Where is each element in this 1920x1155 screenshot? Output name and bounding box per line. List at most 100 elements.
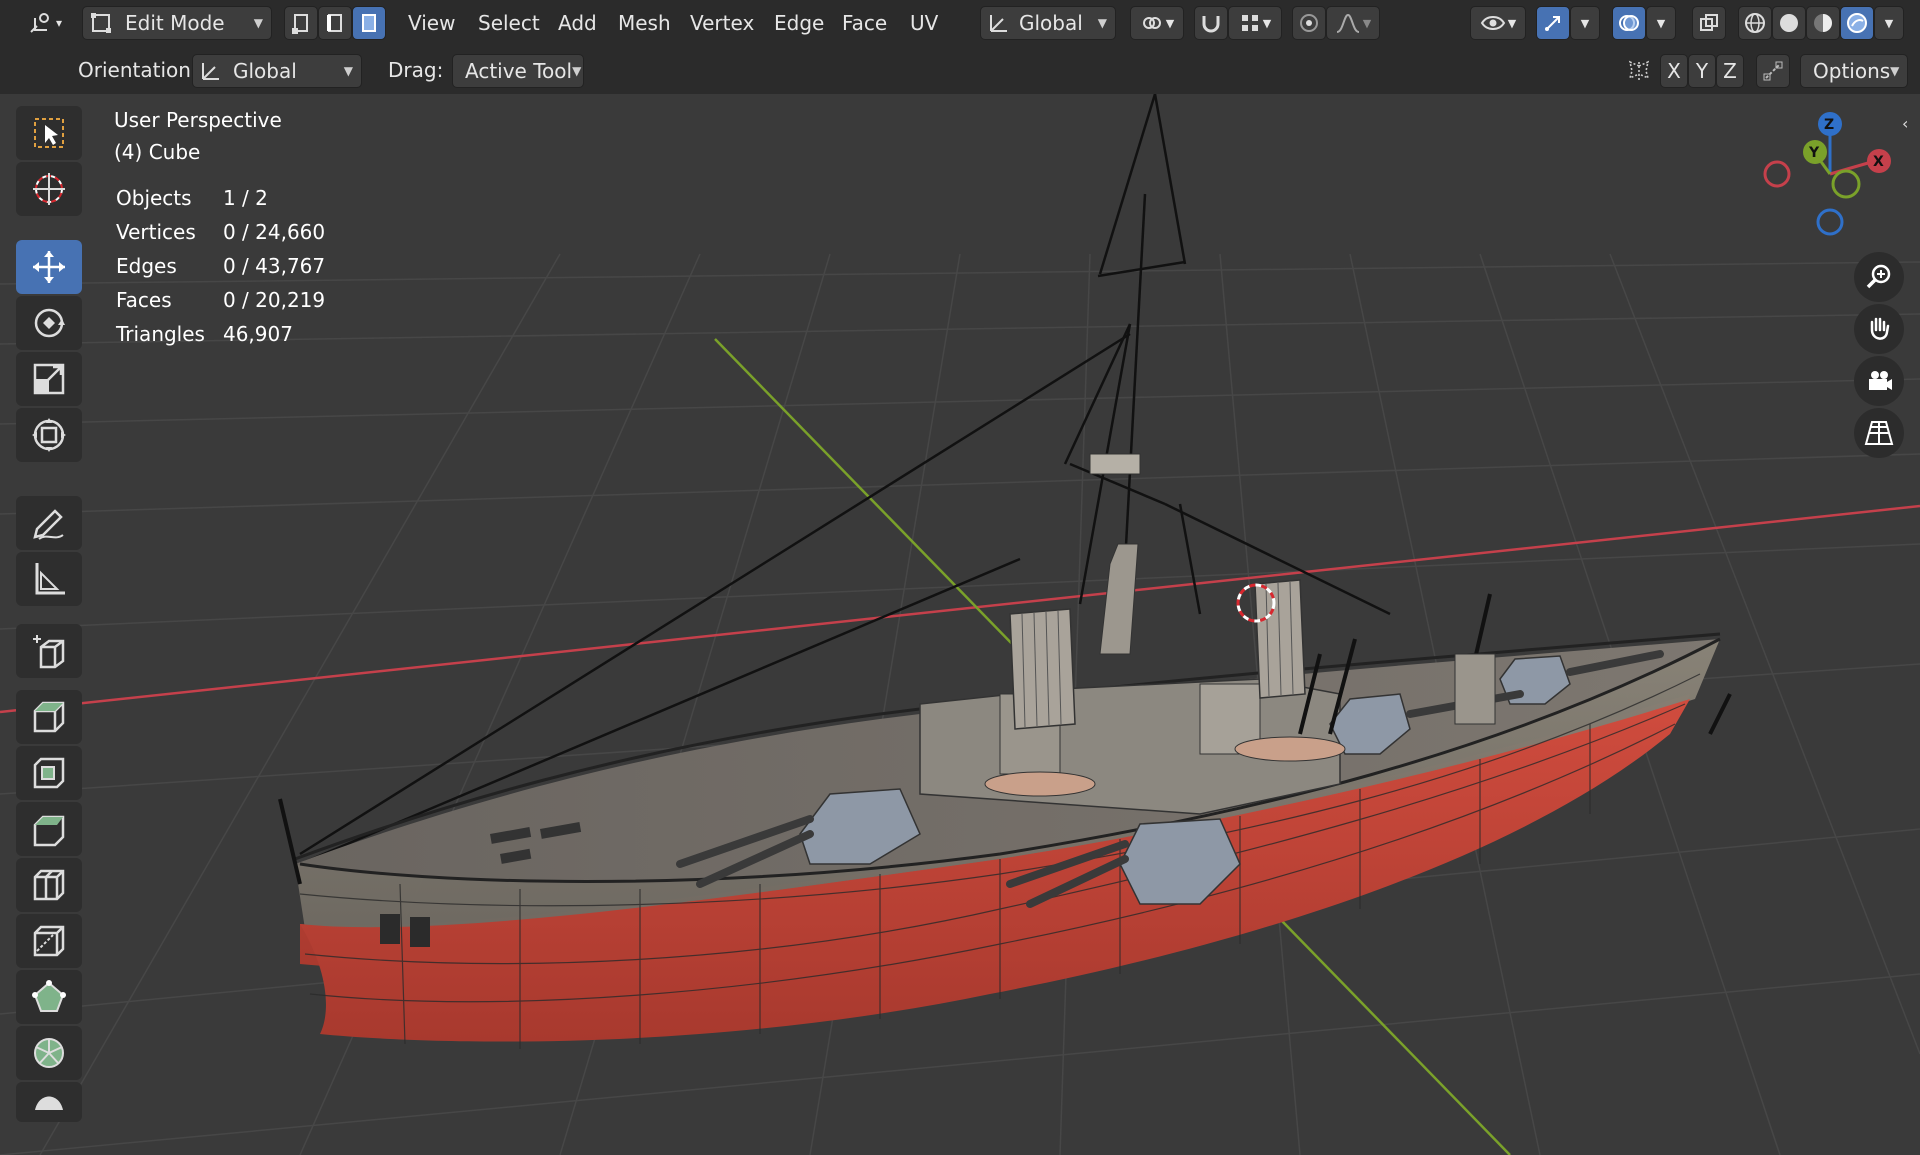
zoom-button[interactable] (1854, 252, 1904, 302)
mirror-z-toggle[interactable]: Z (1716, 54, 1744, 88)
tool-annotate[interactable] (16, 496, 82, 550)
extrude-icon (33, 701, 65, 733)
tool-knife[interactable] (16, 914, 82, 968)
sidebar-toggle-icon[interactable]: ‹ (1902, 114, 1908, 133)
proportional-falloff-dropdown[interactable]: ▼ (1326, 6, 1380, 40)
visibility-dropdown[interactable]: ▼ (1470, 6, 1526, 40)
options-dropdown[interactable]: Options ▼ (1800, 54, 1908, 88)
mode-selector[interactable]: Edit Mode ▼ (82, 6, 272, 40)
tool-inset[interactable] (16, 746, 82, 800)
svg-text:X: X (1873, 154, 1884, 170)
menu-add[interactable]: Add (558, 0, 597, 46)
gizmo-neg-x[interactable] (1763, 160, 1791, 188)
toggle-perspective-button[interactable] (1854, 408, 1904, 458)
transform-orientation-dropdown[interactable]: Global ▼ (980, 6, 1116, 40)
poly-build-icon (32, 980, 66, 1012)
perspective-grid-icon (1864, 421, 1894, 445)
menu-uv[interactable]: UV (910, 0, 938, 46)
tool-rotate[interactable] (16, 296, 82, 350)
tool-cursor[interactable] (16, 162, 82, 216)
shading-rendered[interactable] (1840, 6, 1874, 40)
move-arrows-icon (33, 251, 65, 283)
tool-extrude[interactable] (16, 690, 82, 744)
shading-dropdown[interactable]: ▼ (1874, 6, 1904, 40)
pivot-link-icon (1142, 17, 1161, 29)
hand-icon (1870, 317, 1890, 340)
camera-view-button[interactable] (1854, 356, 1904, 406)
menu-vertex[interactable]: Vertex (690, 0, 754, 46)
view-name: User Perspective (114, 108, 282, 132)
tool-poly-build[interactable] (16, 970, 82, 1024)
topology-mirror-toggle[interactable] (1756, 54, 1790, 88)
chevron-down-icon: ▾ (55, 16, 63, 30)
gizmo-neg-z[interactable] (1816, 208, 1844, 236)
tool-select-box[interactable] (16, 106, 82, 160)
orientation-dropdown[interactable]: Global ▼ (192, 54, 362, 88)
select-mode-edge[interactable] (318, 6, 352, 40)
mirror-y-toggle[interactable]: Y (1688, 54, 1716, 88)
orientation-axes-icon (202, 63, 219, 80)
drag-dropdown[interactable]: Active Tool ▼ (452, 54, 584, 88)
gizmo-arrow-icon (1545, 16, 1560, 31)
gizmo-toggle[interactable] (1536, 6, 1570, 40)
menu-select[interactable]: Select (478, 0, 540, 46)
orientation-axes-icon (990, 15, 1007, 32)
chevron-down-icon: ▼ (1507, 16, 1517, 30)
tool-loop-cut[interactable] (16, 858, 82, 912)
menu-mesh[interactable]: Mesh (618, 0, 671, 46)
shading-material[interactable] (1806, 6, 1840, 40)
scale-icon (33, 363, 65, 395)
tool-add-cube[interactable] (16, 624, 82, 678)
camera-icon (1869, 371, 1892, 390)
rotate-icon (34, 308, 65, 338)
tool-measure[interactable] (16, 552, 82, 606)
options-label: Options (1813, 59, 1891, 83)
select-box-icon (34, 118, 64, 148)
tool-bevel[interactable] (16, 802, 82, 856)
menu-face[interactable]: Face (842, 0, 887, 46)
stat-label: Objects (116, 186, 192, 210)
mirror-x-toggle[interactable]: X (1660, 54, 1688, 88)
overlays-dropdown[interactable]: ▼ (1646, 6, 1676, 40)
drag-value: Active Tool (465, 59, 573, 83)
tool-transform[interactable] (16, 408, 82, 462)
inset-icon (33, 757, 65, 789)
xray-toggle[interactable] (1692, 6, 1726, 40)
cursor-icon (33, 173, 65, 205)
shading-wireframe[interactable] (1738, 6, 1772, 40)
tool-scale[interactable] (16, 352, 82, 406)
snap-target-dropdown[interactable]: ▼ (1228, 6, 1282, 40)
select-mode-face[interactable] (352, 6, 386, 40)
mirror-icon-button[interactable] (1622, 54, 1656, 88)
pivot-point-dropdown[interactable]: ▼ (1130, 6, 1184, 40)
svg-text:Z: Z (1824, 117, 1834, 133)
proportional-edit-toggle[interactable] (1292, 6, 1326, 40)
stat-value: 0 / 24,660 (222, 220, 326, 244)
pan-button[interactable] (1854, 304, 1904, 354)
stat-row: Vertices 0 / 24,660 (116, 216, 341, 248)
smooth-icon (35, 1096, 63, 1110)
gizmo-neg-y[interactable] (1831, 169, 1861, 199)
chevron-down-icon: ▼ (343, 64, 353, 78)
magnet-icon (1202, 16, 1220, 33)
tool-move[interactable] (16, 240, 82, 294)
rendered-sphere-icon (1847, 13, 1867, 33)
knife-icon (33, 925, 65, 957)
vertex-select-icon (292, 14, 308, 34)
overlays-toggle[interactable] (1612, 6, 1646, 40)
editor-type-button[interactable]: ▾ (20, 6, 70, 40)
shading-solid[interactable] (1772, 6, 1806, 40)
overlays-icon (1619, 15, 1639, 31)
menu-view[interactable]: View (408, 0, 455, 46)
snap-toggle[interactable] (1194, 6, 1228, 40)
chevron-down-icon: ▼ (572, 64, 582, 78)
tool-smooth[interactable] (16, 1082, 82, 1122)
menu-edge[interactable]: Edge (774, 0, 824, 46)
navigation-gizmo[interactable]: Z X Y (1760, 104, 1900, 244)
stat-label: Triangles (116, 322, 205, 346)
gizmo-dropdown[interactable]: ▼ (1570, 6, 1600, 40)
3d-viewport[interactable]: User Perspective (4) Cube Objects 1 / 2 V… (0, 94, 1920, 1155)
mode-label: Edit Mode (125, 11, 225, 35)
select-mode-vertex[interactable] (284, 6, 318, 40)
tool-spin[interactable] (16, 1026, 82, 1080)
